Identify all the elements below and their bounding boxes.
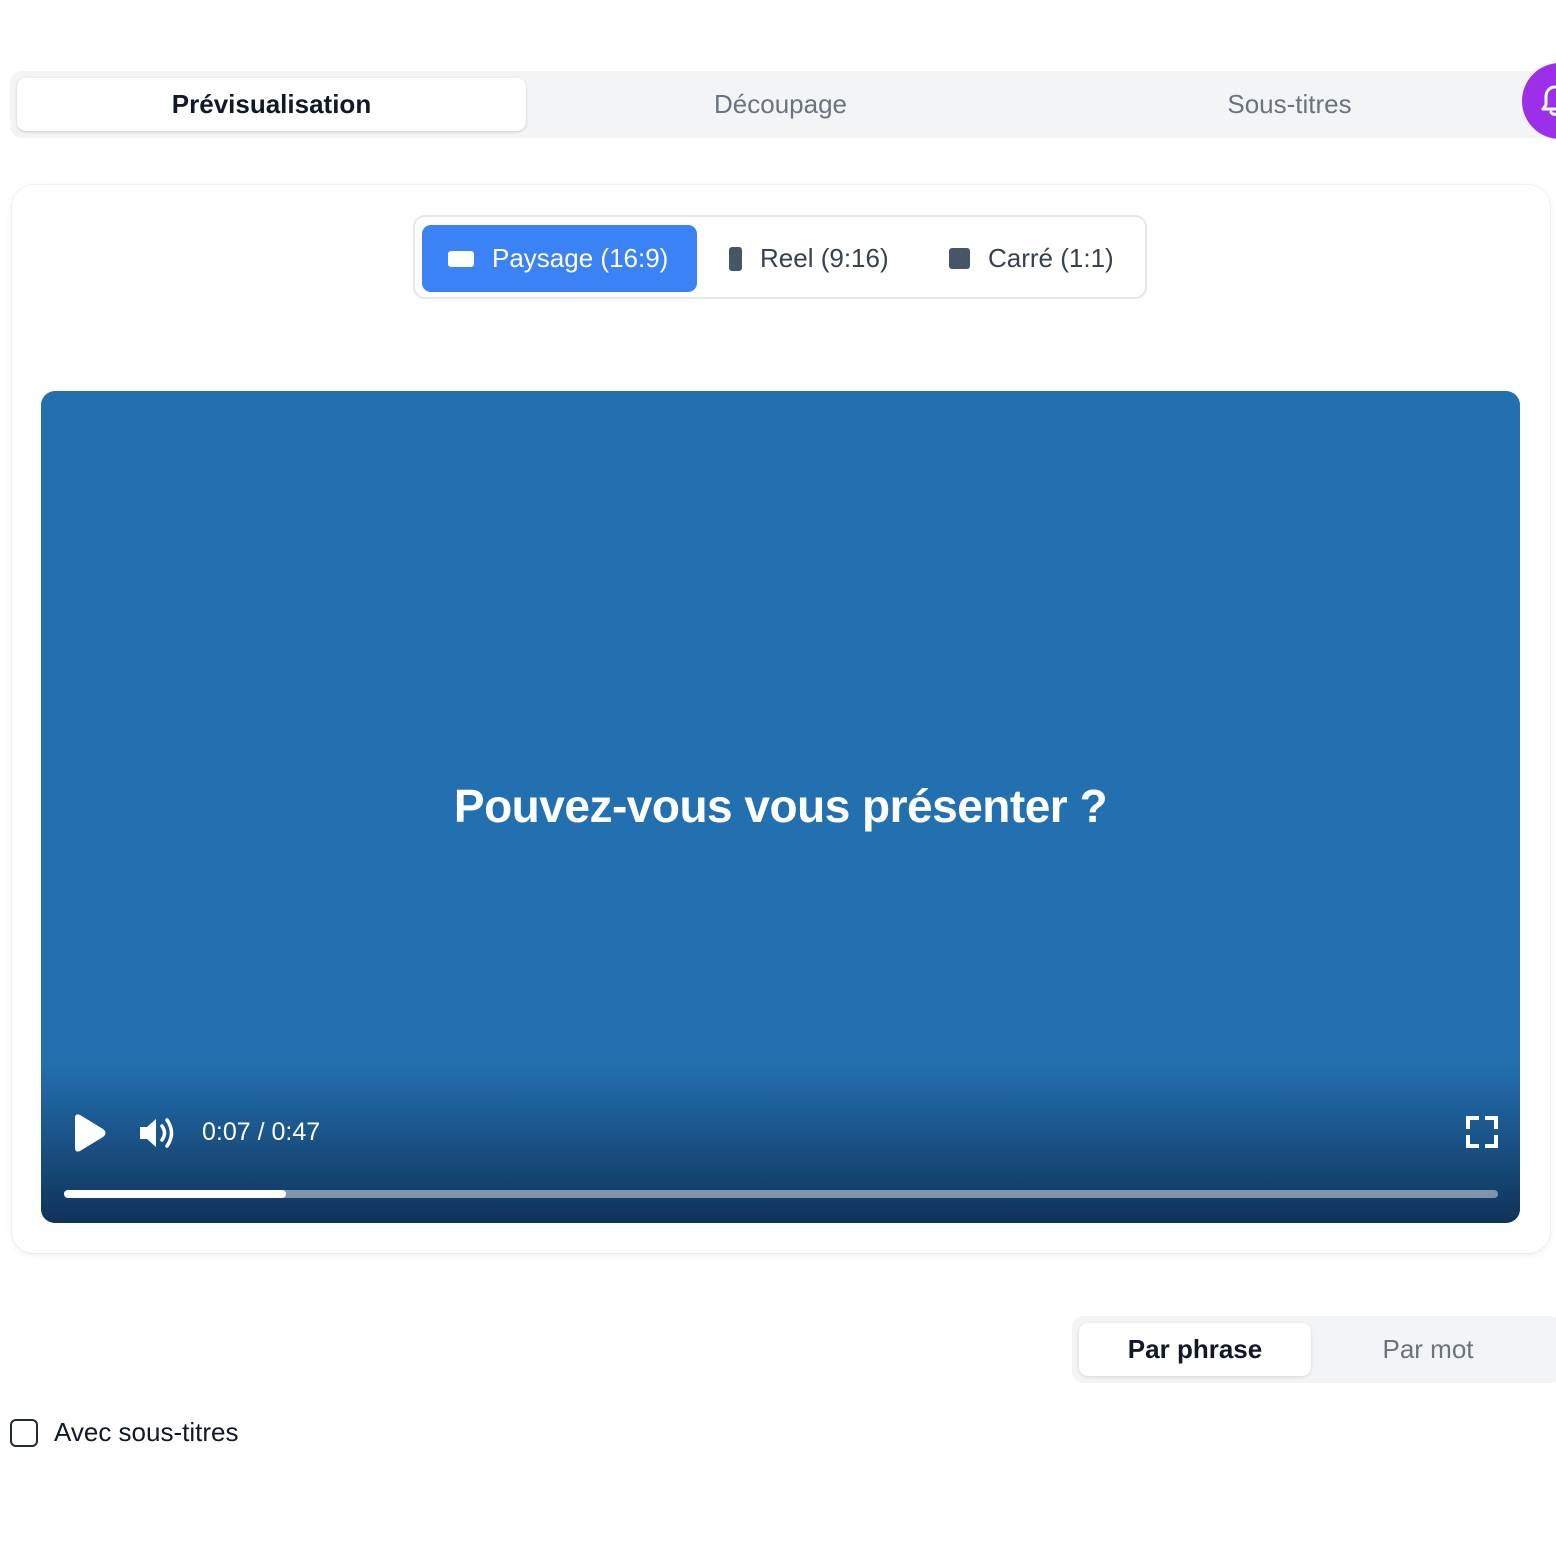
mode-label: Par mot (1382, 1334, 1474, 1364)
video-caption: Pouvez-vous vous présenter ? (453, 780, 1108, 832)
tab-label: Prévisualisation (171, 89, 372, 119)
play-icon[interactable] (69, 1112, 109, 1154)
tab-label: Découpage (714, 89, 847, 119)
volume-icon[interactable] (137, 1114, 179, 1152)
mode-par-mot-button[interactable]: Par mot (1312, 1323, 1544, 1376)
format-label: Reel (9:16) (760, 243, 889, 273)
tab-label: Sous-titres (1227, 89, 1352, 119)
format-landscape-button[interactable]: Paysage (16:9) (422, 225, 697, 292)
progress-fill (64, 1190, 287, 1198)
top-tabs: Prévisualisation Découpage Sous-titres (10, 71, 1556, 138)
landscape-icon (448, 250, 474, 267)
with-subtitles-label: Avec sous-titres (54, 1417, 239, 1447)
format-label: Paysage (16:9) (492, 243, 669, 273)
tab-previsualisation[interactable]: Prévisualisation (17, 78, 526, 131)
format-label: Carré (1:1) (988, 243, 1114, 273)
mode-label: Par phrase (1127, 1334, 1263, 1364)
fullscreen-icon[interactable] (1465, 1115, 1499, 1149)
tab-sous-titres[interactable]: Sous-titres (1035, 78, 1544, 131)
mode-par-phrase-button[interactable]: Par phrase (1079, 1323, 1311, 1376)
portrait-icon (729, 246, 742, 271)
format-reel-button[interactable]: Reel (9:16) (715, 225, 915, 292)
tab-decoupage[interactable]: Découpage (526, 78, 1035, 131)
time-display: 0:07 / 0:47 (202, 1118, 321, 1146)
with-subtitles-row[interactable]: Avec sous-titres (10, 1417, 238, 1448)
with-subtitles-checkbox[interactable] (10, 1418, 38, 1447)
square-icon (949, 248, 970, 269)
preview-card: Paysage (16:9) Reel (9:16) Carré (1:1) P… (12, 185, 1550, 1253)
video-editor-page: Prévisualisation Découpage Sous-titres P… (0, 0, 1556, 1556)
subtitle-mode-selector: Par phrase Par mot (1072, 1316, 1556, 1383)
video-player[interactable]: Pouvez-vous vous présenter ? 0:07 / 0:47 (41, 391, 1520, 1223)
format-selector: Paysage (16:9) Reel (9:16) Carré (1:1) (413, 215, 1147, 299)
progress-bar[interactable] (64, 1190, 1498, 1198)
format-square-button[interactable]: Carré (1:1) (935, 225, 1140, 292)
bell-icon (1541, 85, 1556, 116)
